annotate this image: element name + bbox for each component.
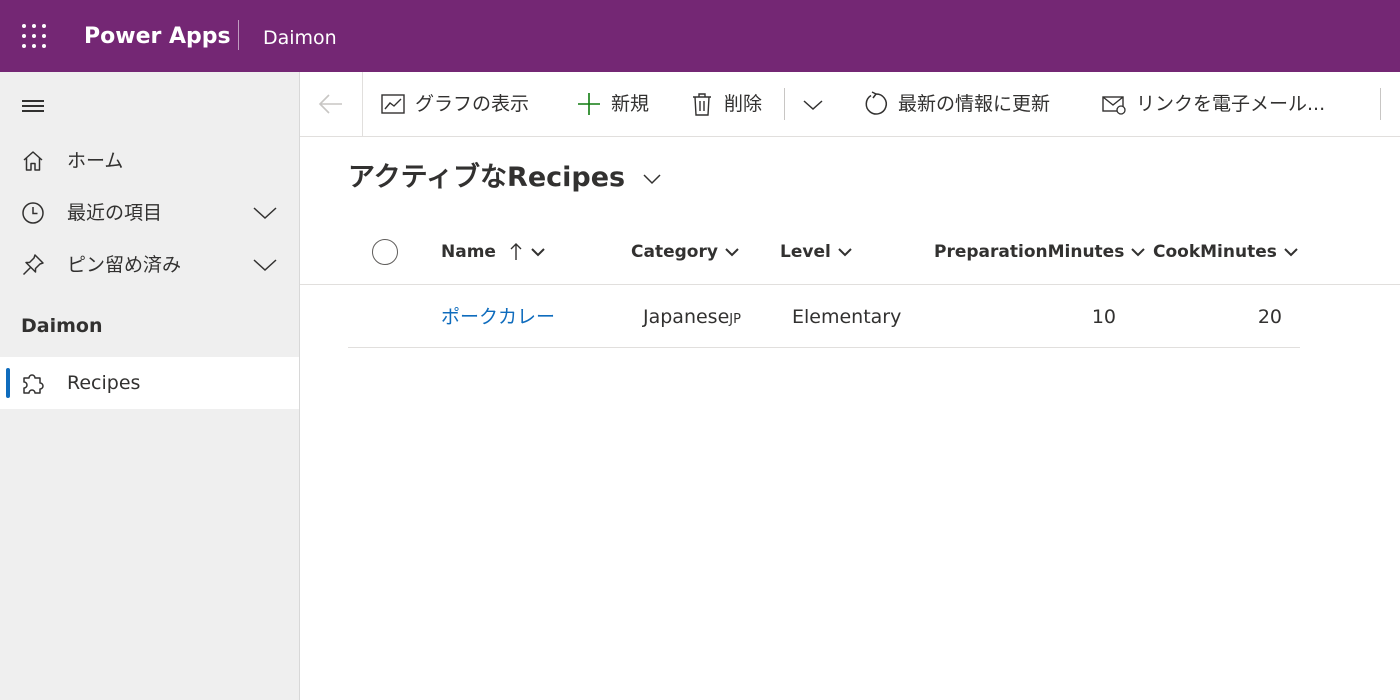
home-icon	[23, 151, 43, 171]
delete-label: 削除	[724, 93, 763, 115]
column-header-label: Category	[631, 242, 718, 262]
chevron-down-icon	[1284, 248, 1298, 257]
chevron-down-icon	[725, 248, 739, 257]
category-value: Japanese	[643, 306, 730, 328]
clock-icon	[22, 202, 44, 224]
sidebar-group-label: Daimon	[21, 315, 103, 337]
sidebar-item-label: ホーム	[67, 150, 124, 172]
command-separator	[784, 88, 785, 120]
new-label: 新規	[611, 93, 650, 115]
column-header-cook-minutes[interactable]: CookMinutes	[1153, 238, 1299, 266]
chevron-down-icon[interactable]	[252, 202, 278, 224]
sidebar-item-label: 最近の項目	[67, 202, 163, 224]
chevron-down-icon	[1131, 248, 1145, 257]
refresh-button[interactable]: 最新の情報に更新	[863, 88, 1069, 120]
category-suffix: JP	[729, 312, 741, 327]
record-name-link[interactable]: ポークカレー	[441, 303, 555, 331]
level-cell: Elementary	[792, 306, 902, 328]
trash-icon	[693, 93, 711, 116]
puzzle-icon	[23, 374, 44, 394]
pin-icon	[22, 254, 44, 276]
grid-header: Name Category Level PreparationMinutes C…	[300, 222, 1400, 285]
chevron-down-icon	[531, 248, 545, 257]
chevron-down-icon	[838, 248, 852, 257]
plus-icon	[578, 93, 600, 115]
column-header-label: Level	[780, 242, 831, 262]
command-bar: グラフの表示 新規 削除 最新の情報に更新 リンクを電子メール...	[300, 72, 1400, 137]
chevron-down-icon[interactable]	[252, 254, 278, 276]
sidebar-item-recipes[interactable]: Recipes	[0, 357, 299, 409]
view-title[interactable]: アクティブなRecipes	[348, 160, 625, 196]
sidebar-item-home[interactable]: ホーム	[0, 135, 299, 187]
topbar-divider	[238, 20, 239, 50]
command-bar-divider	[362, 72, 363, 136]
refresh-label: 最新の情報に更新	[898, 93, 1051, 115]
top-bar: Power Apps Daimon	[0, 0, 1400, 72]
column-header-label: Name	[441, 242, 496, 262]
more-commands-chevron-icon[interactable]	[802, 97, 824, 113]
table-row[interactable]: ポークカレー JapaneseJP Elementary 10 20	[348, 285, 1300, 348]
column-header-category[interactable]: Category	[631, 238, 740, 266]
column-header-label: PreparationMinutes	[934, 242, 1125, 262]
sidebar-item-recent[interactable]: 最近の項目	[0, 187, 299, 239]
column-header-label: CookMinutes	[1153, 242, 1277, 262]
cook-minutes-cell: 20	[1257, 306, 1282, 328]
preparation-minutes-cell: 10	[1091, 306, 1116, 328]
sort-ascending-icon	[510, 243, 522, 260]
environment-name: Daimon	[263, 27, 337, 49]
select-all-checkbox[interactable]	[372, 239, 398, 265]
column-header-level[interactable]: Level	[780, 238, 853, 266]
delete-button[interactable]: 削除	[689, 88, 769, 120]
view-selector-chevron-icon[interactable]	[641, 168, 663, 190]
command-separator	[1380, 88, 1381, 120]
column-header-name[interactable]: Name	[441, 238, 546, 266]
email-link-icon	[1102, 96, 1126, 115]
sidebar-item-label: ピン留め済み	[67, 254, 182, 276]
category-cell: JapaneseJP	[643, 303, 741, 334]
chart-icon	[381, 94, 405, 114]
sidebar: ホーム 最近の項目 ピン留め済み Daimon Recipes	[0, 72, 300, 700]
app-title[interactable]: Power Apps	[84, 22, 231, 52]
email-link-button[interactable]: リンクを電子メール...	[1101, 88, 1341, 120]
hamburger-icon[interactable]	[20, 98, 46, 114]
column-header-preparation-minutes[interactable]: PreparationMinutes	[934, 238, 1146, 266]
app-launcher-icon[interactable]	[20, 22, 50, 52]
refresh-icon	[865, 91, 888, 115]
back-arrow-icon[interactable]	[316, 90, 346, 118]
sidebar-item-pinned[interactable]: ピン留め済み	[0, 239, 299, 291]
sidebar-item-label: Recipes	[67, 372, 141, 394]
new-button[interactable]: 新規	[576, 88, 656, 120]
show-chart-button[interactable]: グラフの表示	[380, 88, 545, 120]
show-chart-label: グラフの表示	[415, 93, 530, 115]
email-link-label: リンクを電子メール...	[1136, 93, 1326, 115]
